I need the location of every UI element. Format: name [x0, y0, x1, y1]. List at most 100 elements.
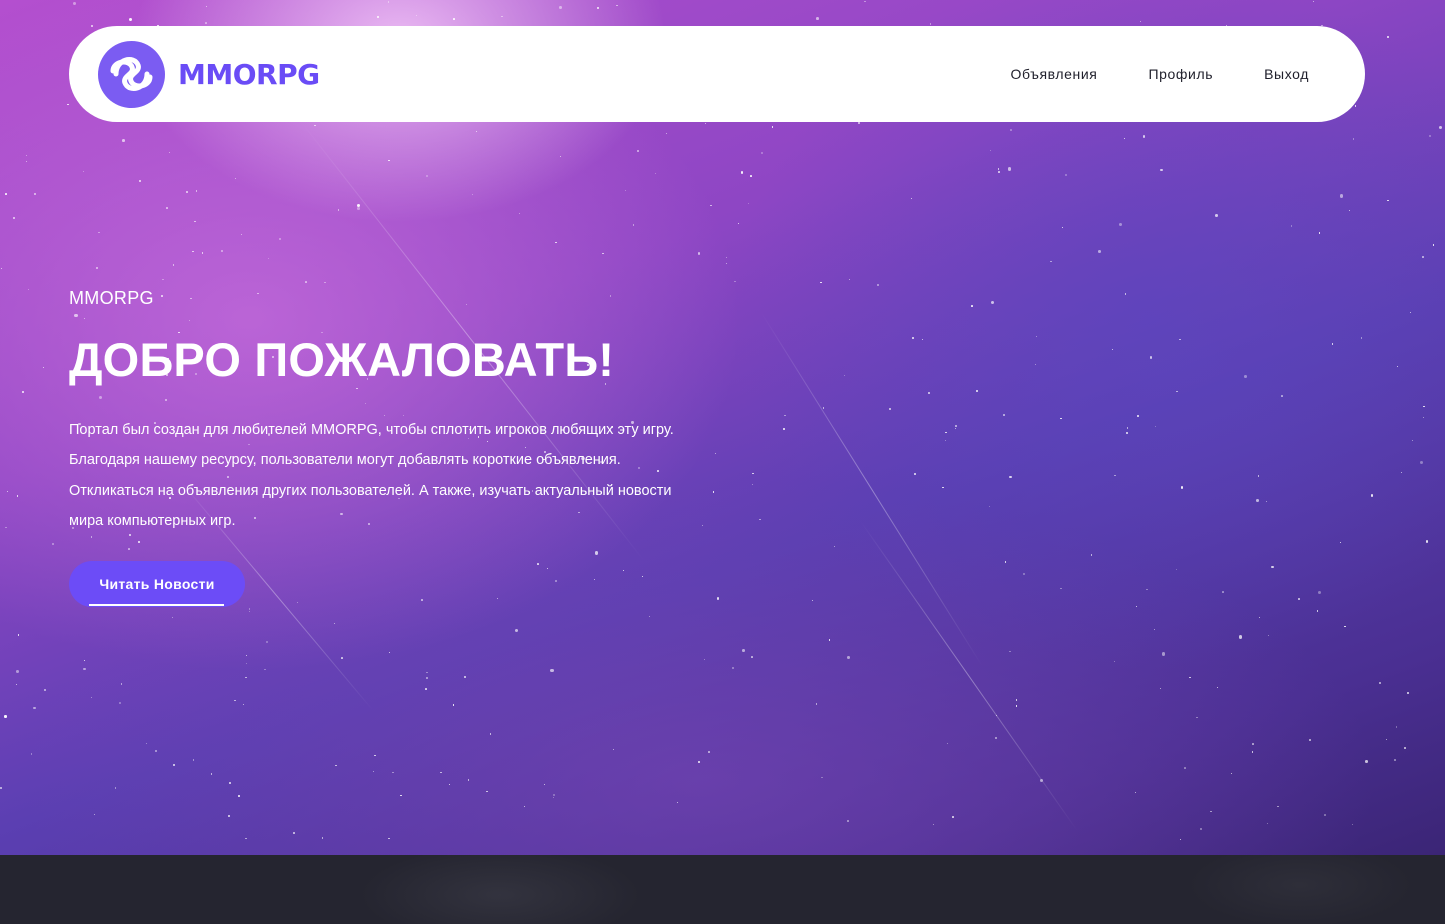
star	[740, 170, 744, 174]
star	[1429, 134, 1432, 137]
star	[1175, 568, 1178, 570]
star	[497, 598, 499, 600]
nav-item-logout[interactable]: Выход	[1264, 66, 1309, 82]
star	[822, 407, 825, 409]
star	[1277, 805, 1279, 808]
star	[67, 104, 69, 106]
star	[1266, 823, 1268, 825]
star	[1050, 260, 1052, 263]
star	[1090, 554, 1093, 556]
star	[912, 336, 915, 339]
star	[552, 796, 555, 799]
star	[501, 15, 504, 18]
star	[25, 160, 28, 163]
star	[1064, 174, 1067, 177]
star	[1339, 541, 1341, 543]
star	[169, 152, 171, 154]
logo-link[interactable]: MMORPG	[98, 41, 320, 108]
star	[989, 150, 991, 152]
star	[751, 656, 754, 658]
star	[1271, 565, 1274, 569]
star	[1387, 199, 1389, 202]
star	[42, 366, 44, 368]
star	[227, 815, 230, 818]
star	[726, 257, 728, 259]
read-news-button[interactable]: Читать Новости	[69, 561, 245, 607]
star	[245, 662, 247, 664]
star	[945, 431, 947, 433]
star	[914, 473, 916, 476]
star	[26, 155, 28, 157]
star	[1159, 688, 1161, 690]
star	[138, 541, 140, 544]
star	[425, 688, 427, 691]
mmorpg-logo-icon	[98, 41, 165, 108]
star	[1385, 738, 1387, 740]
star	[994, 737, 997, 740]
star	[1034, 363, 1037, 365]
star	[1423, 406, 1425, 408]
nav-item-announcements[interactable]: Объявления	[1010, 66, 1097, 82]
star	[373, 771, 375, 773]
star	[725, 262, 728, 265]
star	[96, 267, 99, 270]
light-streak	[859, 520, 1079, 833]
star	[593, 578, 595, 580]
star	[171, 616, 174, 619]
star	[119, 702, 122, 704]
star	[857, 121, 860, 124]
nav-item-profile[interactable]: Профиль	[1148, 66, 1213, 82]
star	[1155, 426, 1157, 428]
light-streak	[759, 310, 983, 667]
star	[1352, 138, 1354, 140]
star	[30, 753, 33, 755]
star	[1316, 609, 1319, 612]
star	[1149, 355, 1153, 359]
star	[420, 598, 423, 601]
star	[120, 682, 123, 685]
star	[1123, 137, 1126, 139]
star	[737, 223, 739, 225]
star	[1160, 168, 1163, 172]
star	[453, 18, 455, 20]
star	[616, 4, 618, 7]
star	[388, 159, 390, 162]
star	[128, 547, 130, 550]
star	[305, 281, 308, 284]
star	[1136, 414, 1139, 417]
star	[324, 282, 326, 284]
intro-line: Благодаря нашему ресурсу, пользователи м…	[69, 452, 621, 469]
star	[910, 197, 912, 199]
star	[955, 424, 957, 427]
star	[1407, 692, 1409, 694]
star	[954, 427, 957, 430]
star	[1409, 312, 1411, 314]
intro-line: Откликаться на объявления других пользов…	[69, 482, 672, 499]
star	[988, 505, 991, 508]
star	[1210, 810, 1212, 813]
star	[293, 832, 296, 834]
star	[1420, 461, 1424, 465]
star	[848, 278, 850, 280]
star	[83, 659, 85, 661]
star	[815, 703, 817, 705]
star	[243, 704, 245, 706]
star	[4, 193, 7, 195]
star	[1425, 539, 1429, 543]
main-nav: Объявления Профиль Выход	[1010, 26, 1309, 122]
star	[742, 649, 746, 652]
star	[1153, 628, 1155, 631]
hero-content: MMORPG ДОБРО ПОЖАЛОВАТЬ! Портал был созд…	[69, 286, 769, 536]
star	[1004, 561, 1007, 563]
star	[475, 130, 478, 133]
star	[1339, 194, 1344, 198]
star	[877, 283, 880, 286]
star	[1060, 418, 1062, 420]
star	[1146, 588, 1148, 591]
star	[1199, 828, 1202, 831]
star	[154, 749, 158, 753]
button-underline	[89, 604, 224, 606]
star	[234, 177, 236, 179]
star	[843, 374, 845, 377]
star	[632, 224, 635, 226]
